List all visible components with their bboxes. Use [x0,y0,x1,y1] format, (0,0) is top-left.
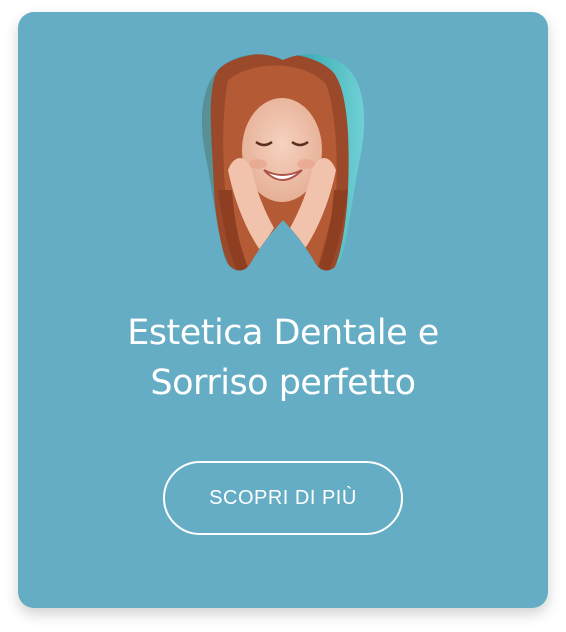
card-title-line-1: Estetica Dentale e [127,313,439,353]
tooth-photo-image [201,54,365,271]
service-card: Estetica Dentale e Sorriso perfetto SCOP… [18,12,548,608]
discover-more-button-label: SCOPRI DI PIÙ [209,486,357,509]
card-title-line-2: Sorriso perfetto [150,363,416,403]
discover-more-button[interactable]: SCOPRI DI PIÙ [163,461,403,535]
card-title: Estetica Dentale e Sorriso perfetto [18,308,548,408]
